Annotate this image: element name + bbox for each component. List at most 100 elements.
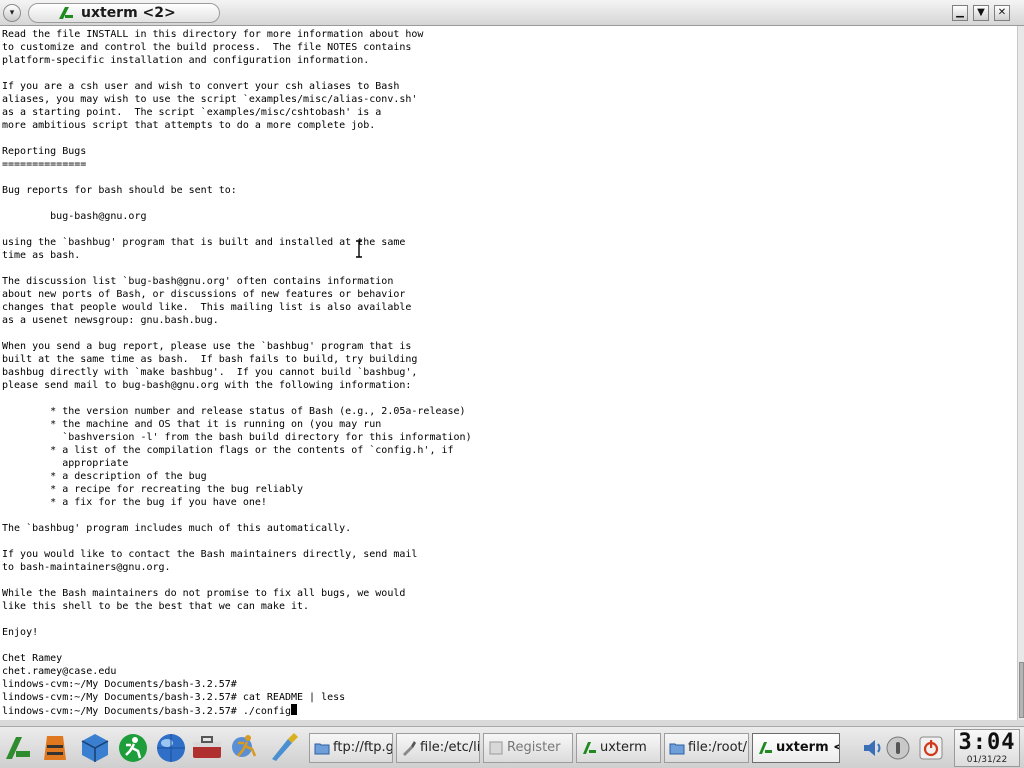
taskbar-task-button[interactable]: uxterm < — [752, 733, 840, 763]
terminal-line: Reporting Bugs — [2, 146, 87, 157]
folder-icon — [669, 743, 685, 755]
terminal-line: to customize and control the build proce… — [2, 42, 412, 53]
prompt-input-text: lindows-cvm:~/My Documents/bash-3.2.57# … — [2, 706, 291, 717]
user-status-icon[interactable] — [885, 735, 911, 761]
terminal-line: * the version number and release status … — [2, 406, 466, 417]
taskbar-task-button[interactable]: file:/root/l — [664, 733, 749, 763]
task-label: file:/etc/lir — [420, 740, 480, 755]
terminal-line: * a description of the bug — [2, 471, 207, 482]
paint-brush-icon[interactable] — [266, 731, 300, 765]
task-label: uxterm — [600, 740, 647, 755]
taskbar: ftp://ftp.gr file:/etc/lir Register uxterm f… — [0, 726, 1024, 768]
register-icon — [489, 741, 503, 755]
terminal-line: as a usenet newsgroup: gnu.bash.bug. — [2, 315, 219, 326]
runner-figure-icon[interactable] — [228, 731, 262, 765]
terminal-line: `bashversion -l' from the bash build dir… — [2, 432, 472, 443]
terminal-line: time as bash. — [2, 250, 81, 261]
task-label: uxterm < — [776, 740, 840, 755]
terminal-cursor — [290, 704, 297, 715]
box-3d-icon[interactable] — [78, 731, 112, 765]
close-icon: ✕ — [997, 7, 1007, 18]
terminal-line: * the machine and OS that it is running … — [2, 419, 382, 430]
terminal-line: * a recipe for recreating the bug reliab… — [2, 484, 304, 495]
terminal-line: chet.ramey@case.edu — [2, 666, 117, 677]
task-label: ftp://ftp.gr — [333, 740, 393, 755]
minimize-icon: ▁ — [956, 7, 964, 18]
chevron-down-icon: ▾ — [9, 8, 15, 18]
text-cursor-ibeam-icon — [356, 240, 362, 258]
terminal-line: lindows-cvm:~/My Documents/bash-3.2.57# … — [2, 692, 346, 703]
terminal-line: to bash-maintainers@gnu.org. — [2, 562, 171, 573]
terminal-line: about new ports of Bash, or discussions … — [2, 289, 406, 300]
terminal-output: Read the file INSTALL in this directory … — [2, 28, 472, 717]
taskbar-task-button[interactable]: uxterm — [576, 733, 661, 763]
terminal-line: bug-bash@gnu.org — [2, 211, 147, 222]
terminal-line: If you would like to contact the Bash ma… — [2, 549, 418, 560]
window-title: uxterm <2> — [81, 5, 176, 21]
scrollbar-thumb[interactable] — [1019, 662, 1024, 718]
power-button-icon[interactable] — [918, 735, 944, 761]
window-titlebar[interactable]: ▾ uxterm <2> ▁ ▼ ✕ — [0, 0, 1024, 26]
clock-time: 3:04 — [958, 730, 1016, 755]
terminal-line: appropriate — [2, 458, 129, 469]
terminal-icon — [759, 742, 772, 754]
window-title-pill: uxterm <2> — [28, 3, 220, 23]
runner-green-icon[interactable] — [116, 731, 150, 765]
clock-widget[interactable]: 3:04 01/31/22 — [954, 729, 1020, 767]
globe-browser-icon[interactable] — [154, 731, 188, 765]
terminal-line: Chet Ramey — [2, 653, 63, 664]
lindows-start-icon[interactable] — [2, 731, 36, 765]
terminal-line: * a list of the compilation flags or the… — [2, 445, 454, 456]
tool-icon — [403, 741, 416, 756]
terminal-line: please send mail to bug-bash@gnu.org wit… — [2, 380, 412, 391]
terminal-area[interactable]: Read the file INSTALL in this directory … — [0, 26, 1017, 720]
terminal-prompt-line[interactable]: lindows-cvm:~/My Documents/bash-3.2.57# … — [2, 704, 472, 717]
terminal-line: Enjoy! — [2, 627, 39, 638]
life-vest-icon[interactable] — [38, 731, 72, 765]
taskbar-task-button[interactable]: ftp://ftp.gr — [309, 733, 393, 763]
terminal-line: lindows-cvm:~/My Documents/bash-3.2.57# — [2, 679, 237, 690]
terminal-line: more ambitious script that attempts to d… — [2, 120, 376, 131]
close-button[interactable]: ✕ — [994, 5, 1010, 21]
toolbox-icon[interactable] — [190, 731, 224, 765]
terminal-line: * a fix for the bug if you have one! — [2, 497, 267, 508]
terminal-line: as a starting point. The script `example… — [2, 107, 382, 118]
folder-icon — [314, 743, 330, 755]
clock-date: 01/31/22 — [966, 755, 1008, 765]
maximize-button[interactable]: ▼ — [973, 5, 989, 21]
speaker-volume-icon[interactable] — [860, 735, 886, 761]
terminal-line: If you are a csh user and wish to conver… — [2, 81, 400, 92]
maximize-icon: ▼ — [977, 7, 985, 18]
terminal-line: The `bashbug' program includes much of t… — [2, 523, 352, 534]
terminal-icon — [583, 742, 596, 754]
terminal-line: built at the same time as bash. If bash … — [2, 354, 418, 365]
minimize-button[interactable]: ▁ — [952, 5, 968, 21]
terminal-line: like this shell to be the best that we c… — [2, 601, 310, 612]
terminal-line: When you send a bug report, please use t… — [2, 341, 412, 352]
terminal-scrollbar[interactable] — [1017, 26, 1024, 720]
terminal-line: The discussion list `bug-bash@gnu.org' o… — [2, 276, 394, 287]
terminal-line: using the `bashbug' program that is buil… — [2, 237, 406, 248]
task-label: file:/root/l — [688, 740, 749, 755]
terminal-line: bashbug directly with `make bashbug'. If… — [2, 367, 418, 378]
window-menu-button[interactable]: ▾ — [3, 4, 21, 22]
task-label: Register — [507, 740, 561, 755]
taskbar-task-button[interactable]: Register — [483, 733, 573, 763]
terminal-line: platform-specific installation and confi… — [2, 55, 370, 66]
terminal-line: aliases, you may wish to use the script … — [2, 94, 418, 105]
terminal-line: ============== — [2, 159, 87, 170]
terminal-line: Bug reports for bash should be sent to: — [2, 185, 237, 196]
taskbar-task-button[interactable]: file:/etc/lir — [396, 733, 480, 763]
terminal-line: Read the file INSTALL in this directory … — [2, 29, 424, 40]
